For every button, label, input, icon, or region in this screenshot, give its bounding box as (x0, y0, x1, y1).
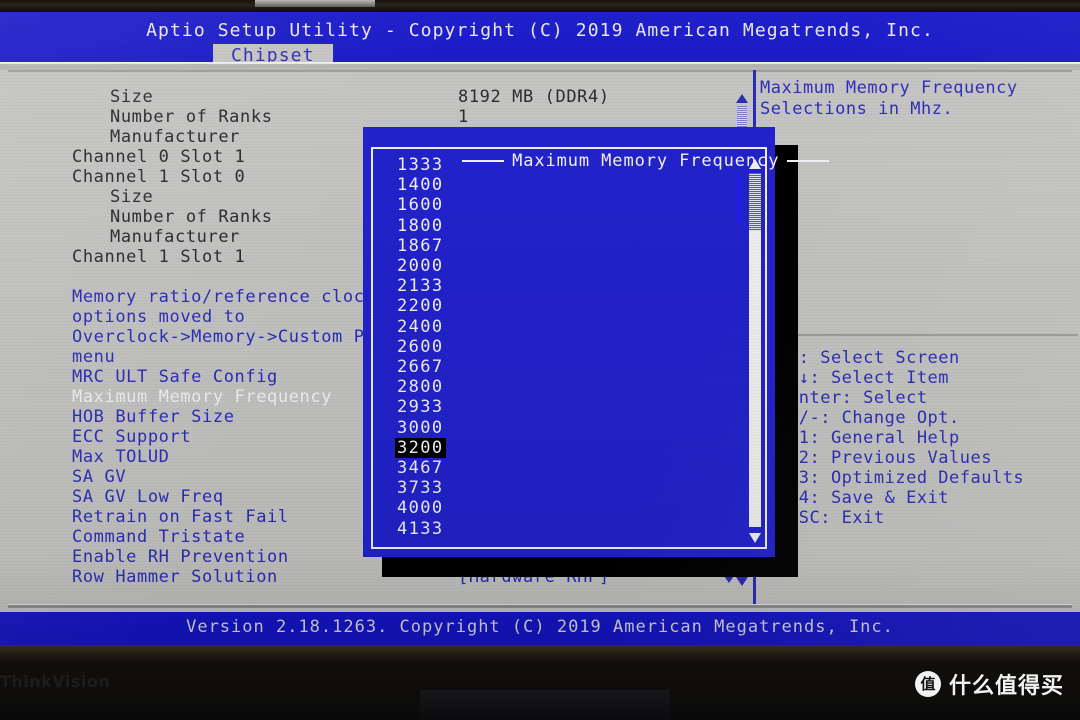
bios-footer: Version 2.18.1263. Copyright (C) 2019 Am… (0, 612, 1080, 645)
watermark-text: 什么值得买 (948, 674, 1064, 699)
help-line-1: Selections in Mhz. (760, 99, 954, 119)
page-title: Aptio Setup Utility - Copyright (C) 2019… (146, 20, 934, 41)
frequency-option-2200[interactable]: 2200 (395, 296, 446, 316)
legend-item-6: F3: Optimized Defaults (788, 468, 1025, 488)
setting-row-label-8: Channel 1 Slot 1 (72, 247, 246, 267)
setting-row-label-7: Manufacturer (110, 227, 241, 247)
frequency-option-1800[interactable]: 1800 (395, 216, 446, 236)
photo-of-monitor: Aptio Setup Utility - Copyright (C) 2019… (0, 0, 1080, 720)
option-row-label-6[interactable]: SA GV Low Freq (72, 487, 224, 507)
popup-scrollbar-thumb[interactable] (749, 173, 761, 231)
option-row-label-10[interactable]: Row Hammer Solution (72, 567, 278, 587)
frequency-option-4000[interactable]: 4000 (395, 498, 446, 518)
header-rule (0, 62, 1080, 70)
bezel-highlight (255, 0, 375, 7)
note-line-3: menu (72, 347, 116, 367)
bios-screen: Aptio Setup Utility - Copyright (C) 2019… (0, 12, 1080, 645)
frequency-option-2400[interactable]: 2400 (395, 317, 446, 337)
popup-scroll-down-arrow-icon[interactable] (749, 533, 761, 543)
setting-row-label-6: Number of Ranks (110, 207, 273, 227)
frequency-option-2000[interactable]: 2000 (395, 256, 446, 276)
popup-title-rule-left (462, 160, 505, 162)
watermark-badge-icon: 值 (914, 671, 941, 697)
frequency-option-2800[interactable]: 2800 (395, 377, 446, 397)
legend-item-5: F2: Previous Values (788, 448, 992, 468)
popup-scrollbar[interactable] (747, 157, 763, 543)
setting-row-value-0: 8192 MB (DDR4) (458, 87, 610, 107)
popup-title-text: Maximum Memory Frequency (512, 151, 780, 171)
option-row-label-0[interactable]: MRC ULT Safe Config (72, 367, 278, 387)
setting-row-label-1: Number of Ranks (110, 107, 273, 127)
setting-row-label-5: Size (110, 187, 154, 207)
popup-scroll-up-arrow-icon[interactable] (749, 159, 761, 169)
option-row-label-1[interactable]: Maximum Memory Frequency (72, 387, 332, 407)
frequency-option-2133[interactable]: 2133 (395, 276, 446, 296)
content-bottom-rule (8, 604, 1072, 608)
help-line-0: Maximum Memory Frequency (760, 78, 1018, 98)
setting-row-label-2: Manufacturer (110, 127, 241, 147)
popup-title-rule-right (787, 160, 830, 162)
note-line-0: Memory ratio/reference clock (72, 287, 376, 307)
note-line-2: Overclock->Memory->Custom Pro (72, 327, 387, 347)
option-row-label-3[interactable]: ECC Support (72, 427, 191, 447)
frequency-option-2600[interactable]: 2600 (395, 337, 446, 357)
frequency-option-4133[interactable]: 4133 (395, 519, 446, 539)
option-row-label-4[interactable]: Max TOLUD (72, 447, 170, 467)
monitor-brand-label: ThinkVision (0, 672, 111, 691)
setting-row-label-0: Size (110, 87, 154, 107)
option-row-label-2[interactable]: HOB Buffer Size (72, 407, 235, 427)
frequency-option-3467[interactable]: 3467 (395, 458, 446, 478)
legend-item-4: F1: General Help (788, 428, 960, 448)
note-line-1: options moved to (72, 307, 246, 327)
monitor-bezel-top (0, 0, 1080, 12)
option-row-label-5[interactable]: SA GV (72, 467, 126, 487)
help-divider (760, 334, 1078, 336)
frequency-option-1333[interactable]: 1333 (395, 155, 446, 175)
legend-item-8: ESC: Exit (788, 508, 885, 528)
frequency-option-2667[interactable]: 2667 (395, 357, 446, 377)
legend-item-1: ↑↓: Select Item (788, 368, 950, 388)
watermark: 值 什么值得买 (914, 668, 1064, 700)
frequency-option-3733[interactable]: 3733 (395, 478, 446, 498)
max-memory-frequency-dialog[interactable]: Maximum Memory Frequency 1333 1400 1600 180… (363, 127, 830, 557)
setting-row-label-4: Channel 1 Slot 0 (72, 167, 246, 187)
setting-row-value-1: 1 (458, 107, 469, 127)
legend-item-2: Enter: Select (788, 388, 928, 408)
legend-item-3: +/-: Change Opt. (788, 408, 960, 428)
frequency-option-1867[interactable]: 1867 (395, 236, 446, 256)
option-row-label-7[interactable]: Retrain on Fast Fail (72, 507, 289, 527)
scroll-down-arrow-icon[interactable] (736, 577, 748, 586)
monitor-stand (420, 690, 670, 720)
frequency-option-1400[interactable]: 1400 (395, 175, 446, 195)
version-text: Version 2.18.1263. Copyright (C) 2019 Am… (186, 617, 894, 637)
legend-item-7: F4: Save & Exit (788, 488, 950, 508)
frequency-option-1600[interactable]: 1600 (395, 195, 446, 215)
setting-row-label-3: Channel 0 Slot 1 (72, 147, 246, 167)
frequency-option-3200[interactable]: 3200 (395, 437, 446, 458)
option-row-label-8[interactable]: Command Tristate (72, 527, 245, 547)
legend-item-0: ↔: Select Screen (788, 348, 960, 368)
scroll-up-arrow-icon[interactable] (736, 94, 748, 103)
frequency-option-2933[interactable]: 2933 (395, 397, 446, 417)
help-panel: Maximum Memory Frequency Selections in Mh… (760, 74, 1078, 194)
option-row-label-9[interactable]: Enable RH Prevention (72, 547, 289, 567)
frequency-option-3000[interactable]: 3000 (395, 418, 446, 438)
